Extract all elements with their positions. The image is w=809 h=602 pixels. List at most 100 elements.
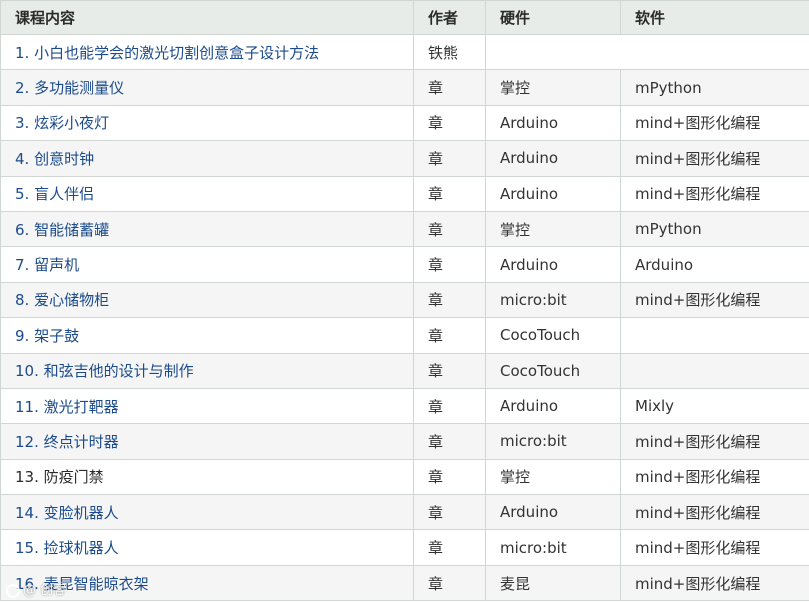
- table-row: 8. 爱心储物柜 章 micro:bit mind+图形化编程: [0, 281, 809, 319]
- course-link[interactable]: 5. 盲人伴侣: [15, 185, 94, 203]
- watermark-text: @ 创客: [23, 583, 67, 598]
- cell-software: mPython: [620, 210, 809, 248]
- table-row: 16. 麦昆智能晾衣架章麦昆 mind+图形化编程: [0, 564, 809, 602]
- cell-software: mind+图形化编程: [620, 140, 809, 177]
- cell-course[interactable]: 7. 留声机: [0, 246, 414, 283]
- cell-author: 章: [413, 104, 486, 142]
- cell-hardware: Arduino: [485, 387, 621, 425]
- course-title: 13. 防疫门禁: [15, 468, 104, 487]
- cell-software: mind+图形化编程: [620, 104, 809, 142]
- course-link[interactable]: 4. 创意时钟: [15, 150, 94, 168]
- table-row: 1. 小白也能学会的激光切割创意盒子设计方法 铁熊: [0, 33, 809, 71]
- table-row: 9. 架子鼓 章 CocoTouch: [0, 317, 809, 354]
- cell-hardware: Arduino: [485, 140, 621, 177]
- cell-course[interactable]: 6. 智能储蓄罐: [0, 210, 414, 248]
- table-row: 7. 留声机章 Arduino Arduino: [0, 246, 809, 283]
- cell-author: 章: [413, 69, 486, 106]
- cell-author: 章: [413, 494, 486, 531]
- cell-course[interactable]: 2. 多功能测量仪: [0, 69, 414, 106]
- cell-course[interactable]: 12. 终点计时器: [0, 423, 414, 460]
- course-link[interactable]: 12. 终点计时器: [15, 433, 119, 451]
- course-link[interactable]: 11. 激光打靶器: [15, 398, 119, 416]
- cell-hardware: CocoTouch: [485, 352, 621, 389]
- cell-author: 章: [413, 210, 486, 248]
- cell-author: 章: [413, 281, 486, 319]
- cell-course[interactable]: 15. 捡球机器人: [0, 529, 414, 566]
- course-link[interactable]: 7. 留声机: [15, 256, 79, 274]
- course-link[interactable]: 9. 架子鼓: [15, 327, 79, 345]
- cell-hardware: Arduino: [485, 104, 621, 142]
- table-row: 10. 和弦吉他的设计与制作 章 CocoTouch: [0, 352, 809, 389]
- cell-software: Arduino: [620, 246, 809, 283]
- header-course: 课程内容: [0, 0, 414, 35]
- cell-software: [620, 317, 809, 354]
- table-row: 13. 防疫门禁 章掌控 mind+图形化编程: [0, 458, 809, 496]
- cell-software: mind+图形化编程: [620, 564, 809, 602]
- table-row: 5. 盲人伴侣 章 Arduino mind+图形化编程: [0, 175, 809, 212]
- table-row: 14. 变脸机器人 章 Arduino mind+图形化编程: [0, 494, 809, 531]
- cell-author: 章: [413, 317, 486, 354]
- header-author: 作者: [413, 0, 486, 35]
- cell-author: 章: [413, 175, 486, 212]
- cell-software: mind+图形化编程: [620, 529, 809, 566]
- course-link[interactable]: 14. 变脸机器人: [15, 504, 119, 522]
- cell-course[interactable]: 14. 变脸机器人: [0, 494, 414, 531]
- table-row: 2. 多功能测量仪 章掌控 mPython: [0, 69, 809, 106]
- cell-author: 章: [413, 352, 486, 389]
- table-row: 3. 炫彩小夜灯 章 Arduino mind+图形化编程: [0, 104, 809, 142]
- cell-hardware: CocoTouch: [485, 317, 621, 354]
- cell-software: mind+图形化编程: [620, 175, 809, 212]
- cell-author: 铁熊: [413, 33, 486, 71]
- cell-software: mind+图形化编程: [620, 423, 809, 460]
- table-row: 12. 终点计时器 章 micro:bit mind+图形化编程: [0, 423, 809, 460]
- course-link[interactable]: 15. 捡球机器人: [15, 539, 119, 557]
- cell-author: 章: [413, 529, 486, 566]
- course-link[interactable]: 6. 智能储蓄罐: [15, 221, 109, 239]
- table-row: 4. 创意时钟 章 Arduino mind+图形化编程: [0, 140, 809, 177]
- header-software: 软件: [620, 0, 809, 35]
- cell-software: [620, 352, 809, 389]
- cell-author: 章: [413, 458, 486, 496]
- cell-hardware: 掌控: [485, 458, 621, 496]
- cell-software: mPython: [620, 69, 809, 106]
- cell-course[interactable]: 11. 激光打靶器: [0, 387, 414, 425]
- cell-course[interactable]: 8. 爱心储物柜: [0, 281, 414, 319]
- cell-hardware: 掌控: [485, 69, 621, 106]
- cell-author: 章: [413, 140, 486, 177]
- cell-course[interactable]: 9. 架子鼓: [0, 317, 414, 354]
- table-row: 6. 智能储蓄罐 章掌控 mPython: [0, 210, 809, 248]
- cell-hardware: Arduino: [485, 494, 621, 531]
- cell-author: 章: [413, 246, 486, 283]
- cell-course[interactable]: 5. 盲人伴侣: [0, 175, 414, 212]
- cell-hardware: 掌控: [485, 210, 621, 248]
- cell-hardware: Arduino: [485, 175, 621, 212]
- cell-hardware: Arduino: [485, 246, 621, 283]
- header-hardware: 硬件: [485, 0, 621, 35]
- cell-course[interactable]: 10. 和弦吉他的设计与制作: [0, 352, 414, 389]
- table-row: 15. 捡球机器人 章 micro:bit mind+图形化编程: [0, 529, 809, 566]
- course-link[interactable]: 2. 多功能测量仪: [15, 79, 124, 97]
- cell-software: mind+图形化编程: [620, 494, 809, 531]
- cell-hardware: micro:bit: [485, 281, 621, 319]
- cell-software: mind+图形化编程: [620, 281, 809, 319]
- course-table: 课程内容 作者 硬件 软件 1. 小白也能学会的激光切割创意盒子设计方法 铁熊 2.…: [0, 0, 809, 602]
- table-header-row: 课程内容 作者 硬件 软件: [0, 0, 809, 35]
- table-row: 11. 激光打靶器 章 Arduino Mixly: [0, 387, 809, 425]
- cell-course[interactable]: 1. 小白也能学会的激光切割创意盒子设计方法: [0, 33, 414, 71]
- course-link[interactable]: 10. 和弦吉他的设计与制作: [15, 362, 194, 380]
- course-link[interactable]: 8. 爱心储物柜: [15, 291, 109, 309]
- cell-course[interactable]: 4. 创意时钟: [0, 140, 414, 177]
- watermark-icon: [6, 583, 20, 598]
- cell-hardware: micro:bit: [485, 529, 621, 566]
- course-link[interactable]: 1. 小白也能学会的激光切割创意盒子设计方法: [15, 44, 319, 62]
- cell-author: 章: [413, 387, 486, 425]
- cell-course[interactable]: 3. 炫彩小夜灯: [0, 104, 414, 142]
- course-link[interactable]: 3. 炫彩小夜灯: [15, 114, 109, 132]
- cell-author: 章: [413, 423, 486, 460]
- watermark: @ 创客: [6, 579, 66, 598]
- cell-author: 章: [413, 564, 486, 602]
- cell-hardware-software: [485, 33, 809, 71]
- cell-software: Mixly: [620, 387, 809, 425]
- cell-software: mind+图形化编程: [620, 458, 809, 496]
- cell-course: 13. 防疫门禁: [0, 458, 414, 496]
